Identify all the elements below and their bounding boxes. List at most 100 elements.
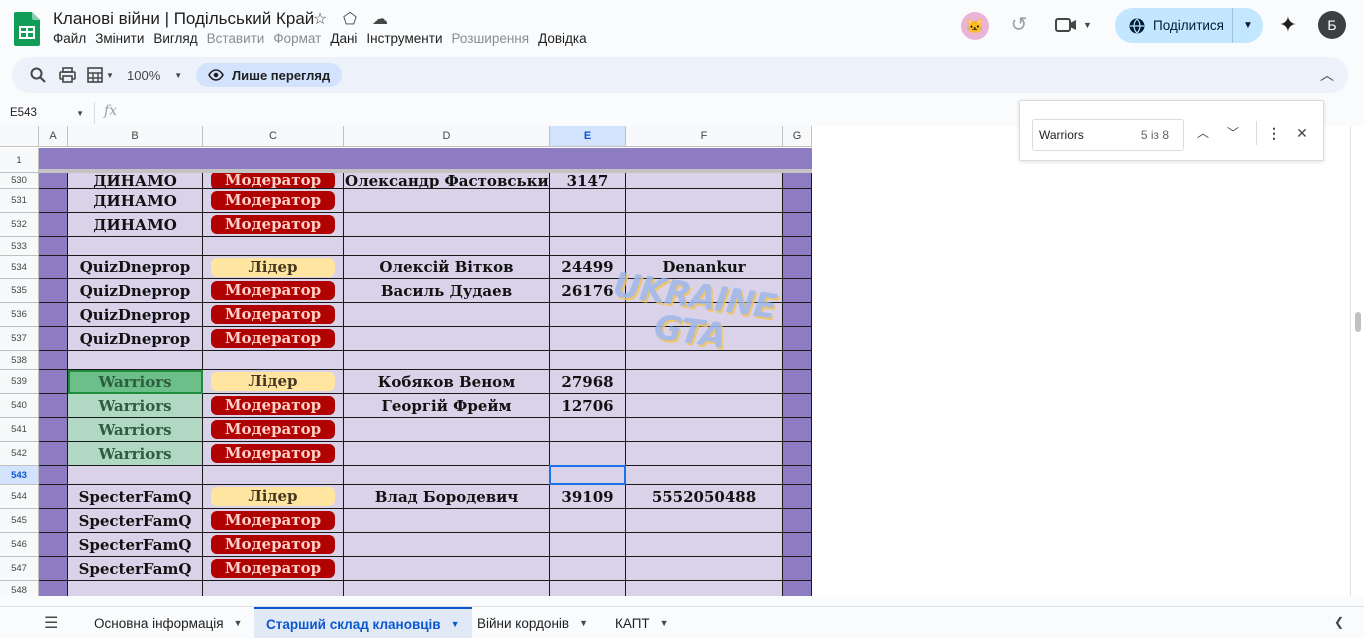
cell-d-531[interactable] [344, 189, 550, 213]
menu-item[interactable]: Змінити [95, 31, 144, 46]
cell-b-542[interactable]: Warriors [68, 442, 203, 466]
cell-e-533[interactable] [550, 237, 626, 256]
cell-b-539[interactable]: Warriors [68, 370, 203, 394]
next-match-chevron-down-icon[interactable]: ﹀ [1223, 123, 1243, 143]
search-menus-icon[interactable] [30, 57, 46, 93]
cell-g-546[interactable] [783, 533, 812, 557]
select-all-corner[interactable] [0, 126, 39, 147]
cell-d-537[interactable] [344, 327, 550, 351]
cell-b-532[interactable]: ДИНАМО [68, 213, 203, 237]
cell-c-530[interactable]: Модератор [203, 173, 344, 189]
cell-f-543[interactable] [626, 466, 783, 485]
menu-item[interactable]: Вигляд [153, 31, 197, 46]
cell-c-541[interactable]: Модератор [203, 418, 344, 442]
row-header[interactable]: 545 [0, 509, 39, 533]
cloud-saved-icon[interactable]: ☁ [370, 9, 390, 29]
row-header[interactable]: 541 [0, 418, 39, 442]
cell-f-540[interactable] [626, 394, 783, 418]
cell-d-542[interactable] [344, 442, 550, 466]
cell-g-540[interactable] [783, 394, 812, 418]
cell-e-530[interactable]: 3147 [550, 173, 626, 189]
cell-e-548[interactable] [550, 581, 626, 596]
cell-a-541[interactable] [39, 418, 68, 442]
cell-e-540[interactable]: 12706 [550, 394, 626, 418]
cell-d-543[interactable] [344, 466, 550, 485]
cell-a-539[interactable] [39, 370, 68, 394]
star-icon[interactable]: ☆ [310, 9, 330, 29]
print-icon[interactable] [59, 57, 76, 93]
name-box[interactable]: E543 ▼ [10, 104, 88, 122]
share-options-chevron-icon[interactable]: ▼ [1233, 20, 1263, 31]
cell-c-542[interactable]: Модератор [203, 442, 344, 466]
cell-f-530[interactable] [626, 173, 783, 189]
cell-c-545[interactable]: Модератор [203, 509, 344, 533]
cell-d-545[interactable] [344, 509, 550, 533]
cell-b-547[interactable]: SpecterFamQ [68, 557, 203, 581]
chevron-down-icon[interactable]: ▼ [579, 618, 588, 628]
user-avatar[interactable]: Б [1318, 11, 1346, 39]
cell-c-534[interactable]: Лідер [203, 256, 344, 279]
cell-a-546[interactable] [39, 533, 68, 557]
gemini-sparkle-icon[interactable]: ✦ [1276, 13, 1300, 37]
cell-f-544[interactable]: 5552050488 [626, 485, 783, 509]
row-header[interactable]: 535 [0, 279, 39, 303]
row-header[interactable]: 543 [0, 466, 39, 485]
cell-f-542[interactable] [626, 442, 783, 466]
cell-g-530[interactable] [783, 173, 812, 189]
cell-g-535[interactable] [783, 279, 812, 303]
cell-b-548[interactable] [68, 581, 203, 596]
column-header[interactable]: E [550, 126, 626, 147]
cell-f-545[interactable] [626, 509, 783, 533]
cell-b-536[interactable]: QuizDneprop [68, 303, 203, 327]
menu-item[interactable]: Формат [273, 31, 321, 46]
cell-g-537[interactable] [783, 327, 812, 351]
cell-b-545[interactable]: SpecterFamQ [68, 509, 203, 533]
cell-a-532[interactable] [39, 213, 68, 237]
row-header[interactable]: 530 [0, 173, 39, 189]
cell-c-531[interactable]: Модератор [203, 189, 344, 213]
cell-c-548[interactable] [203, 581, 344, 596]
row-header[interactable]: 548 [0, 581, 39, 596]
frozen-header-row[interactable] [39, 148, 812, 169]
row-header[interactable]: 538 [0, 351, 39, 370]
sheet-tab[interactable]: Старший склад клановців ▼ [254, 607, 472, 638]
cell-a-540[interactable] [39, 394, 68, 418]
row-header[interactable]: 546 [0, 533, 39, 557]
cell-a-533[interactable] [39, 237, 68, 256]
cell-d-544[interactable]: Влад Бородевич [344, 485, 550, 509]
column-header[interactable]: D [344, 126, 550, 147]
column-header[interactable]: F [626, 126, 783, 147]
cell-e-531[interactable] [550, 189, 626, 213]
cell-d-530[interactable]: Олександр Фастовський [344, 173, 550, 189]
view-only-chip[interactable]: Лише перегляд [196, 63, 343, 87]
cell-c-536[interactable]: Модератор [203, 303, 344, 327]
cell-f-531[interactable] [626, 189, 783, 213]
cell-g-532[interactable] [783, 213, 812, 237]
move-to-folder-icon[interactable]: ⬠ [340, 9, 360, 29]
cell-g-541[interactable] [783, 418, 812, 442]
more-options-icon[interactable]: ⋮ [1264, 123, 1284, 143]
cell-d-546[interactable] [344, 533, 550, 557]
menu-item[interactable]: Розширення [452, 31, 530, 46]
cell-g-544[interactable] [783, 485, 812, 509]
cell-d-532[interactable] [344, 213, 550, 237]
cell-f-541[interactable] [626, 418, 783, 442]
row-header[interactable]: 540 [0, 394, 39, 418]
sheets-logo-icon[interactable] [14, 12, 40, 46]
cell-a-548[interactable] [39, 581, 68, 596]
all-sheets-menu-icon[interactable]: ☰ [44, 613, 58, 633]
cell-d-539[interactable]: Кобяков Веном [344, 370, 550, 394]
cell-c-546[interactable]: Модератор [203, 533, 344, 557]
cell-d-534[interactable]: Олексій Вітков [344, 256, 550, 279]
column-header[interactable]: A [39, 126, 68, 147]
cell-g-548[interactable] [783, 581, 812, 596]
share-main[interactable]: Поділитися [1115, 8, 1233, 43]
cell-a-544[interactable] [39, 485, 68, 509]
cell-e-539[interactable]: 27968 [550, 370, 626, 394]
find-input[interactable]: Warriors 5 із 8 [1032, 119, 1184, 151]
menu-item[interactable]: Вставити [207, 31, 265, 46]
column-header[interactable]: B [68, 126, 203, 147]
cell-a-538[interactable] [39, 351, 68, 370]
version-history-icon[interactable]: ↺ [1006, 12, 1032, 38]
cell-a-545[interactable] [39, 509, 68, 533]
